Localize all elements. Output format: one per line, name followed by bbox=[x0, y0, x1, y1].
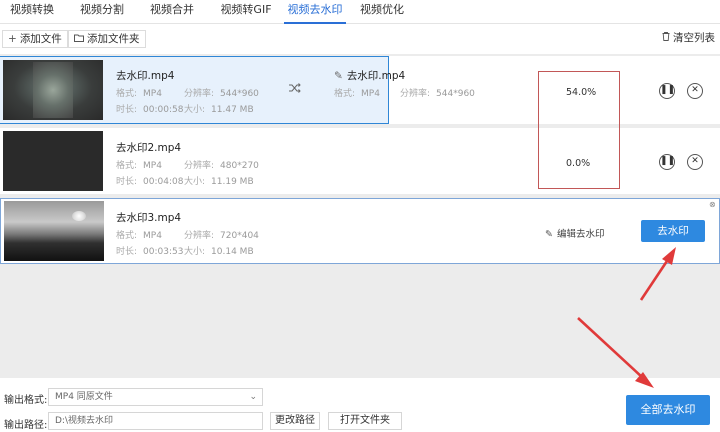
video-thumbnail bbox=[3, 60, 103, 120]
open-folder-button[interactable]: 打开文件夹 bbox=[328, 412, 402, 430]
duration-info: 时长: 00:03:53 bbox=[116, 247, 184, 257]
format-info: 格式: MP4 bbox=[116, 231, 162, 241]
pause-button[interactable]: ❚❚ bbox=[659, 83, 675, 99]
add-folder-label: 添加文件夹 bbox=[87, 33, 140, 45]
annotation-highlight-box bbox=[538, 71, 620, 189]
plus-icon: + bbox=[8, 33, 17, 45]
remove-item-icon[interactable]: ⊗ bbox=[709, 200, 716, 209]
file-name: 去水印3.mp4 bbox=[116, 212, 182, 224]
tab-bar: 视频转换 视频分割 视频合并 视频转GIF 视频去水印 视频优化 bbox=[0, 0, 720, 24]
tab-video-to-gif[interactable]: 视频转GIF bbox=[216, 0, 276, 24]
resolution-info: 分辨率: 544*960 bbox=[184, 89, 259, 99]
tab-video-remove-watermark[interactable]: 视频去水印 bbox=[284, 0, 346, 24]
remove-all-watermark-button[interactable]: 全部去水印 bbox=[626, 395, 710, 425]
output-resolution-info: 分辨率: 544*960 bbox=[400, 89, 475, 99]
pause-icon: ❚❚ bbox=[660, 156, 676, 166]
close-icon: ✕ bbox=[691, 156, 699, 166]
size-info: 大小: 11.47 MB bbox=[184, 105, 254, 115]
format-info: 格式: MP4 bbox=[116, 161, 162, 171]
pause-icon: ❚❚ bbox=[660, 85, 676, 95]
tab-video-split[interactable]: 视频分割 bbox=[76, 0, 128, 24]
shuffle-icon bbox=[289, 82, 301, 96]
tab-video-convert[interactable]: 视频转换 bbox=[6, 0, 58, 24]
add-file-label: 添加文件 bbox=[19, 33, 62, 45]
edit-icon: ✎ bbox=[545, 229, 553, 240]
size-info: 大小: 11.19 MB bbox=[184, 177, 254, 187]
output-path-label: 输出路径: bbox=[4, 420, 48, 431]
edit-watermark-button[interactable]: ✎ 编辑去水印 bbox=[545, 226, 604, 240]
duration-info: 时长: 00:00:58 bbox=[116, 105, 184, 115]
video-thumbnail bbox=[4, 201, 104, 261]
resolution-info: 分辨率: 480*270 bbox=[184, 161, 259, 171]
format-info: 格式: MP4 bbox=[116, 89, 162, 99]
trash-icon bbox=[662, 30, 670, 46]
tab-video-merge[interactable]: 视频合并 bbox=[146, 0, 198, 24]
clear-list-button[interactable]: 清空列表 bbox=[657, 30, 720, 48]
file-name: 去水印2.mp4 bbox=[116, 142, 182, 154]
output-format-select[interactable]: MP4 同原文件 ⌄ bbox=[48, 388, 263, 406]
pause-button[interactable]: ❚❚ bbox=[659, 154, 675, 170]
pencil-icon[interactable]: ✎ bbox=[334, 70, 343, 82]
output-format-info: 格式: MP4 bbox=[334, 89, 380, 99]
file-name: 去水印.mp4 bbox=[116, 70, 175, 82]
resolution-info: 分辨率: 720*404 bbox=[184, 231, 259, 241]
duration-info: 时长: 00:04:08 bbox=[116, 177, 184, 187]
file-list: 去水印.mp4 格式: MP4 分辨率: 544*960 时长: 00:00:58 大… bbox=[0, 54, 720, 378]
add-folder-button[interactable]: 添加文件夹 bbox=[68, 30, 146, 48]
clear-list-label: 清空列表 bbox=[673, 32, 715, 44]
output-file-name: ✎ 去水印.mp4 bbox=[334, 70, 406, 82]
output-settings: 输出格式: MP4 同原文件 ⌄ 输出路径: D:\视频去水印 更改路径 打开文件… bbox=[0, 378, 720, 432]
chevron-down-icon: ⌄ bbox=[249, 392, 257, 402]
size-info: 大小: 10.14 MB bbox=[184, 247, 254, 257]
tab-video-optimize[interactable]: 视频优化 bbox=[356, 0, 408, 24]
cancel-button[interactable]: ✕ bbox=[687, 154, 703, 170]
remove-watermark-button[interactable]: 去水印 bbox=[641, 220, 705, 242]
folder-icon bbox=[74, 31, 84, 47]
output-path-field[interactable]: D:\视频去水印 bbox=[48, 412, 263, 430]
change-path-button[interactable]: 更改路径 bbox=[270, 412, 320, 430]
toolbar: + 添加文件 添加文件夹 清空列表 bbox=[0, 28, 720, 50]
app-window: 视频转换 视频分割 视频合并 视频转GIF 视频去水印 视频优化 + 添加文件 添… bbox=[0, 0, 720, 432]
add-file-button[interactable]: + 添加文件 bbox=[2, 30, 68, 48]
video-thumbnail bbox=[3, 131, 103, 191]
list-item[interactable]: 去水印3.mp4 格式: MP4 分辨率: 720*404 时长: 00:03:53 … bbox=[0, 198, 720, 264]
output-format-label: 输出格式: bbox=[4, 395, 48, 406]
close-icon: ✕ bbox=[691, 85, 699, 95]
cancel-button[interactable]: ✕ bbox=[687, 83, 703, 99]
